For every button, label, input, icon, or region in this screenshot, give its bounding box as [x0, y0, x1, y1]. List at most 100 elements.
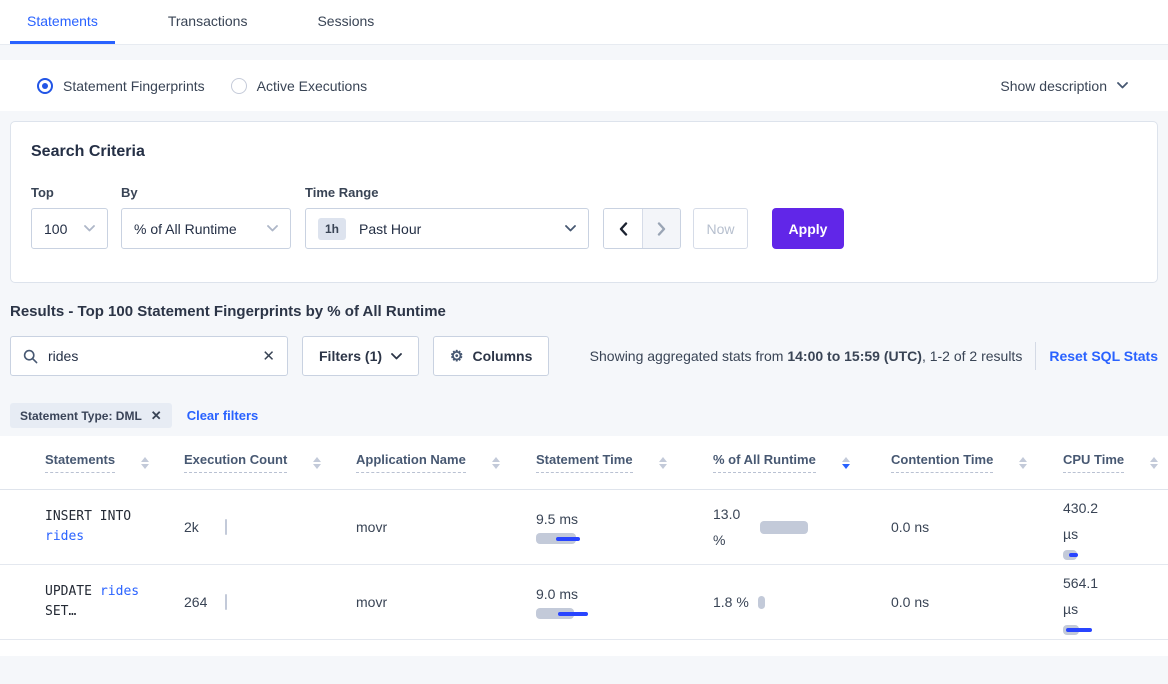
table-row: UPDATE rides SET… 264 movr 9.0 ms 1.8 % … — [0, 565, 1168, 640]
search-box[interactable]: ✕ — [10, 336, 288, 376]
time-range-label: Time Range — [305, 185, 589, 200]
results-toolbar: ✕ Filters (1) ⚙ Columns Showing aggregat… — [10, 336, 1158, 376]
statement-link[interactable]: rides — [45, 527, 84, 547]
table-header-row: Statements Execution Count Application N… — [0, 436, 1168, 490]
reset-sql-stats-link[interactable]: Reset SQL Stats — [1049, 348, 1158, 364]
sort-icon[interactable] — [313, 457, 321, 469]
statement-time-bar — [536, 533, 584, 544]
gear-icon: ⚙ — [450, 349, 463, 364]
time-next-button[interactable] — [642, 209, 680, 248]
chip-label: Statement Type: DML — [20, 409, 142, 423]
now-button[interactable]: Now — [693, 208, 748, 249]
radio-statement-fingerprints[interactable]: Statement Fingerprints — [37, 78, 205, 94]
chevron-down-icon — [391, 353, 402, 360]
columns-label: Columns — [472, 348, 532, 364]
radio-label: Statement Fingerprints — [63, 78, 205, 94]
statement-fingerprint: INSERT INTO rides — [45, 507, 163, 547]
cpu-time-cell: 430.2 µs — [1063, 495, 1168, 560]
statements-table: Statements Execution Count Application N… — [0, 436, 1168, 656]
col-application-name[interactable]: Application Name — [356, 452, 466, 473]
time-range-badge: 1h — [318, 218, 346, 240]
chevron-right-icon — [657, 222, 666, 236]
search-input[interactable] — [48, 348, 254, 364]
tab-statements[interactable]: Statements — [10, 0, 115, 44]
radio-label: Active Executions — [257, 78, 368, 94]
col-statement-time[interactable]: Statement Time — [536, 452, 633, 473]
contention-time-value: 0.0 ns — [891, 594, 1063, 610]
view-toggle-bar: Statement Fingerprints Active Executions… — [0, 60, 1168, 111]
execution-count-value: 2k — [184, 519, 225, 535]
top-label: Top — [31, 185, 108, 200]
filters-button[interactable]: Filters (1) — [302, 336, 419, 376]
runtime-pct-bar — [760, 521, 808, 534]
execution-count-bar — [225, 594, 227, 610]
runtime-pct-value: 1.8 % — [713, 594, 749, 610]
show-description-toggle[interactable]: Show description — [1000, 78, 1128, 94]
filter-chip-statement-type[interactable]: Statement Type: DML ✕ — [10, 403, 172, 428]
chip-remove-icon[interactable]: ✕ — [151, 408, 162, 424]
radio-selected-icon — [37, 78, 53, 94]
cpu-time-cell: 564.1 µs — [1063, 570, 1168, 635]
col-execution-count[interactable]: Execution Count — [184, 452, 287, 473]
filter-chip-row: Statement Type: DML ✕ Clear filters — [10, 403, 1158, 428]
tab-sessions[interactable]: Sessions — [300, 0, 391, 44]
time-nav-group — [603, 208, 681, 249]
chevron-down-icon — [267, 225, 278, 232]
chevron-left-icon — [619, 222, 628, 236]
col-pct-all-runtime[interactable]: % of All Runtime — [713, 452, 816, 473]
chevron-down-icon — [84, 225, 95, 232]
statement-time-value: 9.0 ms — [536, 586, 713, 602]
clear-filters-link[interactable]: Clear filters — [187, 408, 259, 423]
status-time-range: 14:00 to 15:59 (UTC) — [787, 348, 922, 364]
chevron-down-icon — [565, 225, 576, 232]
statement-time-value: 9.5 ms — [536, 511, 713, 527]
time-range-value: Past Hour — [359, 221, 421, 237]
by-label: By — [121, 185, 291, 200]
statement-time-cell: 9.0 ms — [536, 586, 713, 619]
table-row: INSERT INTO rides 2k movr 9.5 ms 13.0 % … — [0, 490, 1168, 565]
statement-link[interactable]: rides — [100, 582, 139, 602]
sql-keyword: UPDATE — [45, 582, 92, 602]
by-select[interactable]: % of All Runtime — [121, 208, 291, 249]
col-statements[interactable]: Statements — [45, 452, 115, 473]
contention-time-value: 0.0 ns — [891, 519, 1063, 535]
sort-icon-active-desc[interactable] — [842, 457, 850, 469]
runtime-pct-value: 13.0 % — [713, 501, 749, 553]
apply-button[interactable]: Apply — [772, 208, 844, 249]
sort-icon[interactable] — [1150, 457, 1158, 469]
chevron-down-icon — [1117, 82, 1128, 89]
runtime-pct-bar — [758, 596, 765, 609]
show-description-label: Show description — [1000, 78, 1107, 94]
sql-keyword: INSERT INTO — [45, 507, 131, 527]
application-name-value: movr — [356, 594, 536, 610]
col-contention-time[interactable]: Contention Time — [891, 452, 993, 473]
cpu-time-bar — [1063, 625, 1093, 635]
time-prev-button[interactable] — [604, 209, 642, 248]
application-name-value: movr — [356, 519, 536, 535]
results-heading: Results - Top 100 Statement Fingerprints… — [10, 303, 1158, 320]
time-range-select[interactable]: 1h Past Hour — [305, 208, 589, 249]
sort-icon[interactable] — [141, 457, 149, 469]
sql-keyword: SET… — [45, 602, 76, 622]
search-icon — [23, 349, 38, 364]
by-select-value: % of All Runtime — [134, 221, 237, 237]
statement-time-cell: 9.5 ms — [536, 511, 713, 544]
filters-label: Filters (1) — [319, 348, 382, 364]
top-select[interactable]: 100 — [31, 208, 108, 249]
panel-title: Search Criteria — [31, 143, 1137, 161]
cpu-time-value: 564.1 µs — [1063, 570, 1109, 622]
search-clear-icon[interactable]: ✕ — [262, 347, 275, 365]
col-cpu-time[interactable]: CPU Time — [1063, 452, 1124, 473]
sort-icon[interactable] — [492, 457, 500, 469]
results-status: Showing aggregated stats from 14:00 to 1… — [590, 348, 1023, 364]
radio-active-executions[interactable]: Active Executions — [231, 78, 368, 94]
sort-icon[interactable] — [659, 457, 667, 469]
columns-button[interactable]: ⚙ Columns — [433, 336, 549, 376]
page-tabs: Statements Transactions Sessions — [0, 0, 1168, 45]
cpu-time-bar — [1063, 550, 1087, 560]
sort-icon[interactable] — [1019, 457, 1027, 469]
top-select-value: 100 — [44, 221, 67, 237]
statement-fingerprint: UPDATE rides SET… — [45, 582, 163, 622]
tab-transactions[interactable]: Transactions — [151, 0, 265, 44]
radio-unselected-icon — [231, 78, 247, 94]
